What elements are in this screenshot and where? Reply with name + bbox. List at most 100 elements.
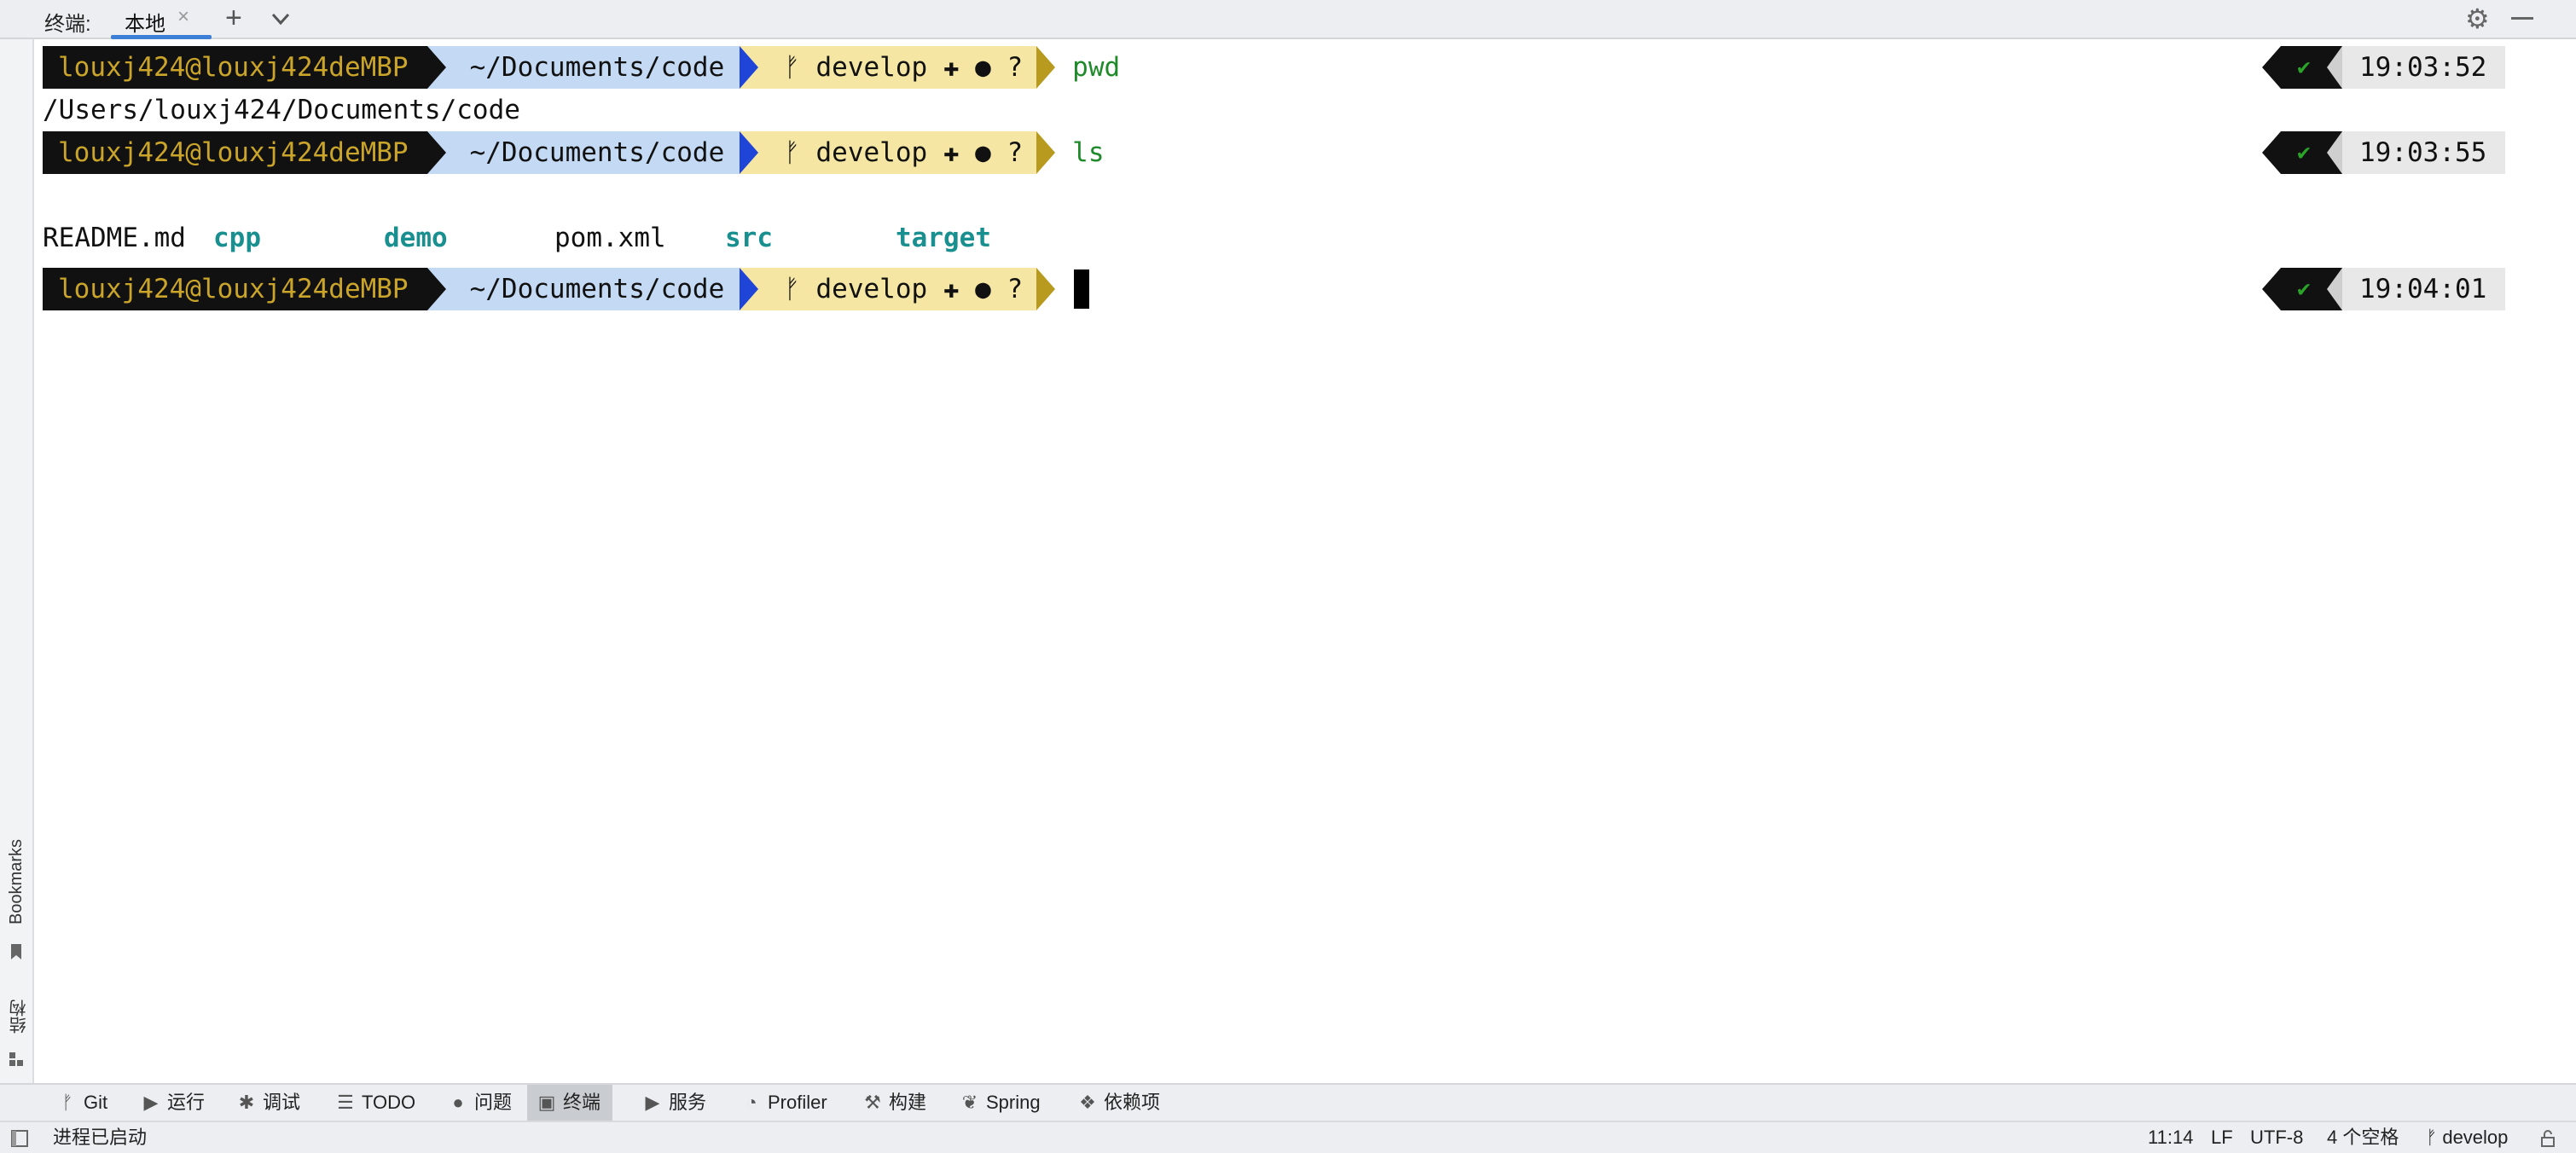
prompt-separator — [2327, 46, 2342, 89]
toolwindow-problems[interactable]: ● 问题 — [438, 1085, 520, 1121]
minimize-icon[interactable] — [2511, 17, 2533, 20]
lock-icon[interactable] — [2538, 1129, 2557, 1148]
indent-setting[interactable]: 4 个空格 — [2327, 1122, 2399, 1153]
status-ok-icon: ✔ — [2281, 268, 2327, 310]
terminal-icon: ▣ — [537, 1092, 556, 1113]
prompt-separator — [2327, 131, 2342, 174]
git-branch-icon: ᚠ — [61, 1092, 73, 1113]
prompt-separator — [1036, 268, 1056, 310]
ls-entry: cpp — [213, 223, 261, 253]
structure-stripe-button[interactable]: 结构 — [7, 999, 32, 1034]
tab-local[interactable]: 本地 × — [111, 0, 212, 39]
toolwindow-label: 服务 — [669, 1092, 707, 1113]
ls-output: README.md cpp demo pom.xml src target — [43, 217, 1066, 259]
toolwindow-services[interactable]: ▶ 服务 — [633, 1085, 715, 1121]
terminal-panel-title: 终端: — [44, 13, 91, 36]
ls-entry: pom.xml — [554, 223, 666, 253]
toolwindow-run[interactable]: ▶ 运行 — [131, 1085, 213, 1121]
toolwindow-debug[interactable]: ✱ 调试 — [227, 1085, 309, 1121]
prompt-path: ~/Documents/code — [445, 46, 740, 89]
prompt-user-host: louxj424@louxj424deMBP — [43, 46, 427, 89]
toolwindow-spring[interactable]: ❦ Spring — [950, 1085, 1049, 1121]
toolwindow-profiler[interactable]: ◔ Profiler — [732, 1085, 836, 1121]
prompt-separator — [740, 268, 759, 310]
git-branch-icon: ᚠ — [784, 274, 800, 304]
toolwindow-dependencies[interactable]: ❖ 依赖项 — [1068, 1085, 1169, 1121]
todo-list-icon: ☰ — [337, 1092, 354, 1113]
prompt-separator — [1036, 131, 1056, 174]
services-icon: ▶ — [645, 1092, 660, 1113]
toolwindow-build[interactable]: ⚒ 构建 — [853, 1085, 935, 1121]
toolwindow-todo[interactable]: ☰ TODO — [326, 1085, 424, 1121]
prompt-separator — [426, 46, 446, 89]
prompt-path: ~/Documents/code — [445, 131, 740, 174]
close-icon[interactable]: × — [177, 5, 189, 29]
terminal-output[interactable]: louxj424@louxj424deMBP ~/Documents/code … — [36, 39, 2576, 1083]
toolwindow-terminal[interactable]: ▣ 终端 — [527, 1085, 613, 1121]
build-hammer-icon: ⚒ — [864, 1092, 881, 1113]
prompt-line: louxj424@louxj424deMBP ~/Documents/code … — [43, 46, 1120, 89]
ls-entry: src — [725, 223, 773, 253]
toolwindow-label: Profiler — [768, 1092, 827, 1113]
ls-entry: target — [896, 223, 991, 253]
prompt-separator — [2262, 46, 2281, 89]
layout-toggle-icon[interactable] — [10, 1129, 29, 1148]
chevron-down-icon[interactable] — [268, 7, 293, 31]
toolwindow-label: 调试 — [263, 1092, 301, 1113]
file-encoding[interactable]: UTF-8 — [2250, 1122, 2303, 1153]
prompt-separator — [740, 131, 759, 174]
toolwindow-label: 构建 — [889, 1092, 927, 1113]
dependencies-icon: ❖ — [1079, 1092, 1096, 1113]
prompt-separator — [2327, 268, 2342, 310]
status-ok-icon: ✔ — [2281, 46, 2327, 89]
prompt-separator — [740, 46, 759, 89]
prompt-git-segment: ᚠ develop ✚ ● ? — [758, 46, 1037, 89]
right-prompt: ✔ 19:03:55 — [2262, 131, 2506, 174]
prompt-git-status: ✚ ● ? — [943, 52, 1024, 83]
caret-position[interactable]: 11:14 — [2148, 1122, 2193, 1153]
prompt-separator — [426, 268, 446, 310]
prompt-user-host: louxj424@louxj424deMBP — [43, 131, 427, 174]
new-tab-plus-icon[interactable]: + — [225, 2, 242, 34]
toolwindow-label: 依赖项 — [1104, 1092, 1161, 1113]
prompt-separator — [2262, 268, 2281, 310]
prompt-separator — [426, 131, 446, 174]
prompt-git-status: ✚ ● ? — [943, 137, 1024, 168]
ls-entry: demo — [384, 223, 448, 253]
toolwindow-label: 终端 — [563, 1092, 601, 1113]
structure-icon — [9, 1052, 23, 1066]
prompt-branch: develop — [815, 137, 928, 168]
prompt-git-segment: ᚠ develop ✚ ● ? — [758, 268, 1037, 310]
git-branch-icon: ᚠ — [2426, 1127, 2438, 1148]
gear-icon[interactable]: ⚙ — [2465, 3, 2490, 34]
bookmark-icon — [11, 944, 21, 959]
prompt-branch: develop — [815, 274, 928, 304]
prompt-branch: develop — [815, 52, 928, 83]
git-branch-widget[interactable]: ᚠ develop — [2426, 1122, 2508, 1153]
prompt-line: louxj424@louxj424deMBP ~/Documents/code … — [43, 131, 1105, 174]
toolwindow-label: 问题 — [474, 1092, 513, 1113]
status-message: 进程已启动 — [53, 1127, 148, 1148]
debug-icon: ✱ — [238, 1092, 255, 1113]
ls-entry: README.md — [43, 223, 186, 253]
prompt-time: 19:04:01 — [2342, 268, 2506, 310]
toolwindow-label: 运行 — [167, 1092, 206, 1113]
status-branch: develop — [2442, 1127, 2509, 1148]
prompt-git-status: ✚ ● ? — [943, 274, 1024, 304]
prompt-line-current: louxj424@louxj424deMBP ~/Documents/code … — [43, 268, 1090, 310]
toolwindow-label: Git — [84, 1092, 108, 1113]
bookmarks-stripe-button[interactable]: Bookmarks — [7, 839, 26, 924]
prompt-git-segment: ᚠ develop ✚ ● ? — [758, 131, 1037, 174]
prompt-separator — [1036, 46, 1056, 89]
toolwindow-git[interactable]: ᚠ Git — [48, 1085, 116, 1121]
terminal-tab-bar: 终端: 本地 × + ⚙ — [0, 0, 2576, 39]
terminal-cursor[interactable] — [1074, 269, 1090, 309]
line-separator[interactable]: LF — [2211, 1122, 2233, 1153]
typed-command: pwd — [1072, 52, 1121, 83]
left-tool-stripe: Bookmarks 结构 — [0, 39, 34, 1083]
status-bar: 进程已启动 11:14 LF UTF-8 4 个空格 ᚠ develop — [0, 1121, 2576, 1153]
tab-local-label: 本地 — [125, 13, 165, 36]
tool-window-bar: ᚠ Git ▶ 运行 ✱ 调试 ☰ TODO ● 问题 ▣ 终端 ▶ 服务 ◔ Profiler… — [0, 1083, 2576, 1121]
prompt-time: 19:03:55 — [2342, 131, 2506, 174]
profiler-icon: ◔ — [746, 1092, 757, 1113]
